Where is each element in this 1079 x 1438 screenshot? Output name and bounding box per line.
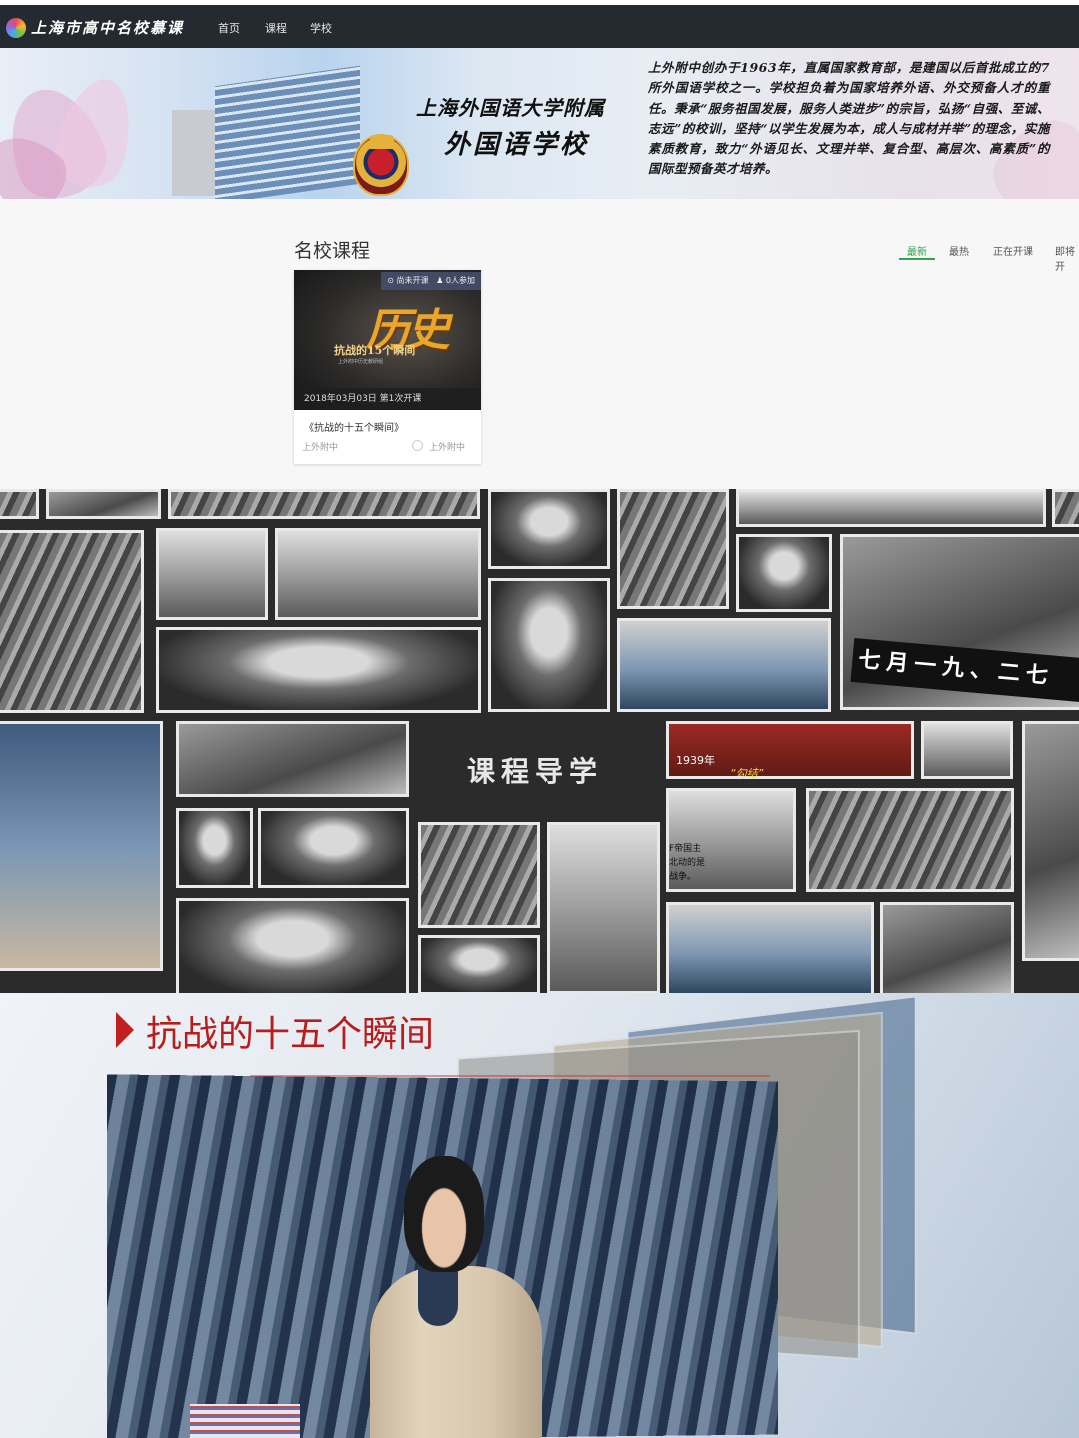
nav-item-schools[interactable]: 学校 <box>310 20 332 36</box>
caption-side: F帝国主 北动的是 战争。 <box>669 844 706 882</box>
historical-photo <box>921 721 1013 779</box>
nav-item-courses[interactable]: 课程 <box>265 20 287 36</box>
presenter-photo <box>666 902 874 996</box>
march-photo <box>806 788 1014 892</box>
books-image <box>190 1404 300 1438</box>
historical-photo <box>1022 721 1079 961</box>
historical-photo <box>168 489 480 519</box>
thumbnail-caption: 上外附中历史教研组 <box>338 359 384 365</box>
crowd-photo <box>547 822 660 994</box>
site-brand[interactable]: 上海市高中名校慕课 <box>31 17 184 38</box>
site-logo-icon[interactable] <box>6 18 26 38</box>
soldiers-photo <box>617 489 729 609</box>
course-school[interactable]: 上外附中 <box>302 440 338 453</box>
section-title: 名校课程 <box>294 240 371 262</box>
title-underline <box>250 1075 770 1077</box>
portrait-photo <box>488 489 610 569</box>
teacher-avatar-icon <box>412 440 423 451</box>
school-description: 上外附中创办于1963年，直属国家教育部，是建国以后首批成立的7所外国语学校之一… <box>648 60 1050 177</box>
tab-newest[interactable]: 最新 <box>907 243 927 258</box>
top-navbar: 上海市高中名校慕课 首页 课程 学校 <box>0 5 1079 48</box>
course-card[interactable]: ⊙ 尚未开课 ♟ 0人参加 历史 抗战的15个瞬间 上外附中历史教研组 2018… <box>294 270 481 464</box>
anchor-head-image <box>404 1156 484 1272</box>
thumbnail-subtitle: 抗战的15个瞬间 <box>334 344 416 357</box>
historical-photo <box>736 489 1046 527</box>
historical-photo <box>0 489 39 519</box>
battle-photo <box>418 822 540 928</box>
video-title: 抗战的十五个瞬间 <box>146 1014 435 1055</box>
school-building-image <box>215 65 360 199</box>
soldier-portrait-photo <box>418 935 540 995</box>
historical-photo <box>880 902 1014 996</box>
portrait-photo <box>176 898 409 998</box>
tab-ongoing[interactable]: 正在开课 <box>993 243 1033 258</box>
active-tab-indicator <box>899 258 935 260</box>
news-caption-photo <box>666 721 914 779</box>
portrait-photo <box>736 534 832 612</box>
clock-icon: ⊙ <box>387 276 394 285</box>
soldiers-photo <box>0 530 144 713</box>
landscape-photo <box>275 528 481 620</box>
anchor-collar-image <box>418 1266 458 1326</box>
course-date: 2018年03月03日 第1次开课 <box>294 388 481 410</box>
historical-photo <box>176 808 253 888</box>
historical-photo <box>176 721 409 797</box>
historical-photo <box>46 489 161 519</box>
school-name-line1: 上海外国语大学附属 <box>416 96 605 120</box>
person-icon: ♟ <box>436 276 444 285</box>
course-teacher[interactable]: 上外附中 <box>429 440 465 453</box>
emblem-crown-icon <box>370 135 394 149</box>
participant-count: 0人参加 <box>445 276 475 285</box>
school-gate-image <box>172 110 220 196</box>
anchor-photo <box>0 721 163 971</box>
general-portrait-photo <box>156 627 481 713</box>
historical-photo <box>1052 489 1079 527</box>
course-guide-title: 课程导学 <box>467 755 604 788</box>
course-status-badge: ⊙ 尚未开课 ♟ 0人参加 <box>381 272 481 290</box>
play-arrow-icon <box>116 1012 134 1048</box>
tab-hottest[interactable]: 最热 <box>949 243 969 258</box>
course-title[interactable]: 《抗战的十五个瞬间》 <box>304 419 404 434</box>
tab-upcoming[interactable]: 即将开 <box>1055 243 1079 273</box>
caption-highlight: “勾结” <box>730 767 764 780</box>
presenter-photo <box>617 618 831 712</box>
nav-item-home[interactable]: 首页 <box>218 20 240 36</box>
school-name-line2: 外国语学校 <box>444 130 590 160</box>
portrait-photo <box>258 808 409 888</box>
course-thumbnail[interactable]: ⊙ 尚未开课 ♟ 0人参加 历史 抗战的15个瞬间 上外附中历史教研组 2018… <box>294 270 481 410</box>
portrait-photo <box>488 578 610 712</box>
historical-photo <box>156 528 268 620</box>
course-status: 尚未开课 <box>396 276 429 285</box>
caption-year: 1939年 <box>676 754 715 767</box>
